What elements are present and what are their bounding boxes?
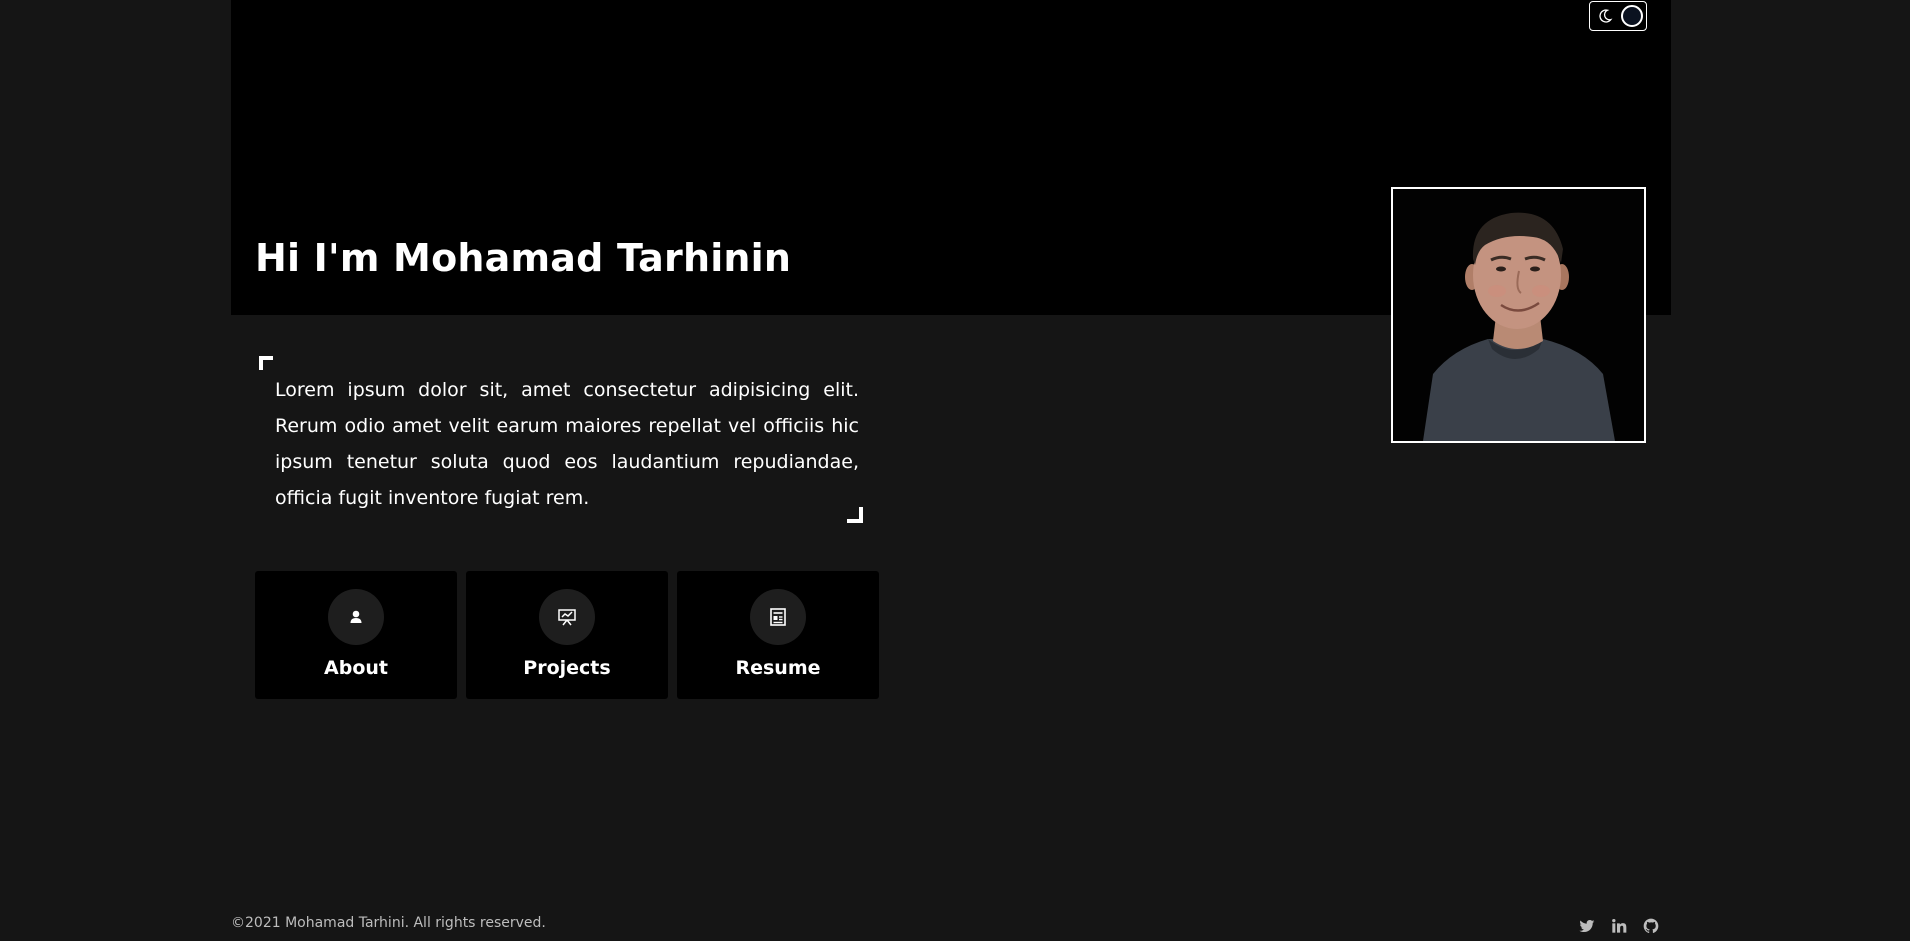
about-icon-circle — [328, 589, 384, 645]
main-container: Hi I'm Mohamad Tarhinin Lorem ipsum dolo… — [231, 0, 1671, 941]
resume-icon-circle — [750, 589, 806, 645]
linkedin-link[interactable] — [1611, 918, 1629, 936]
document-icon — [770, 608, 786, 626]
intro-quote: Lorem ipsum dolor sit, amet consectetur … — [259, 356, 863, 526]
about-card[interactable]: About — [255, 571, 457, 699]
resume-card[interactable]: Resume — [677, 571, 879, 699]
portrait-illustration — [1393, 189, 1644, 441]
moon-icon — [1599, 9, 1613, 23]
github-link[interactable] — [1643, 918, 1661, 936]
page-title: Hi I'm Mohamad Tarhinin — [255, 236, 792, 280]
nav-cards: About Projects Resume — [255, 571, 879, 699]
github-icon — [1643, 918, 1659, 934]
projects-label: Projects — [523, 657, 611, 679]
projects-icon-circle — [539, 589, 595, 645]
twitter-icon — [1579, 920, 1595, 932]
about-label: About — [324, 657, 388, 679]
resume-label: Resume — [735, 657, 821, 679]
linkedin-icon — [1612, 919, 1627, 933]
twitter-link[interactable] — [1579, 918, 1597, 936]
page: Hi I'm Mohamad Tarhinin Lorem ipsum dolo… — [0, 0, 1910, 941]
theme-toggle[interactable] — [1589, 1, 1647, 31]
copyright-text: ©2021 Mohamad Tarhini. All rights reserv… — [231, 915, 546, 931]
user-icon — [350, 610, 362, 623]
quote-corner-bottom-right — [847, 507, 863, 523]
profile-photo — [1391, 187, 1646, 443]
toggle-knob — [1621, 5, 1643, 27]
presentation-icon — [558, 609, 576, 626]
intro-text: Lorem ipsum dolor sit, amet consectetur … — [275, 379, 859, 509]
quote-corner-top-left — [259, 356, 273, 370]
projects-card[interactable]: Projects — [466, 571, 668, 699]
social-links — [1579, 918, 1659, 936]
